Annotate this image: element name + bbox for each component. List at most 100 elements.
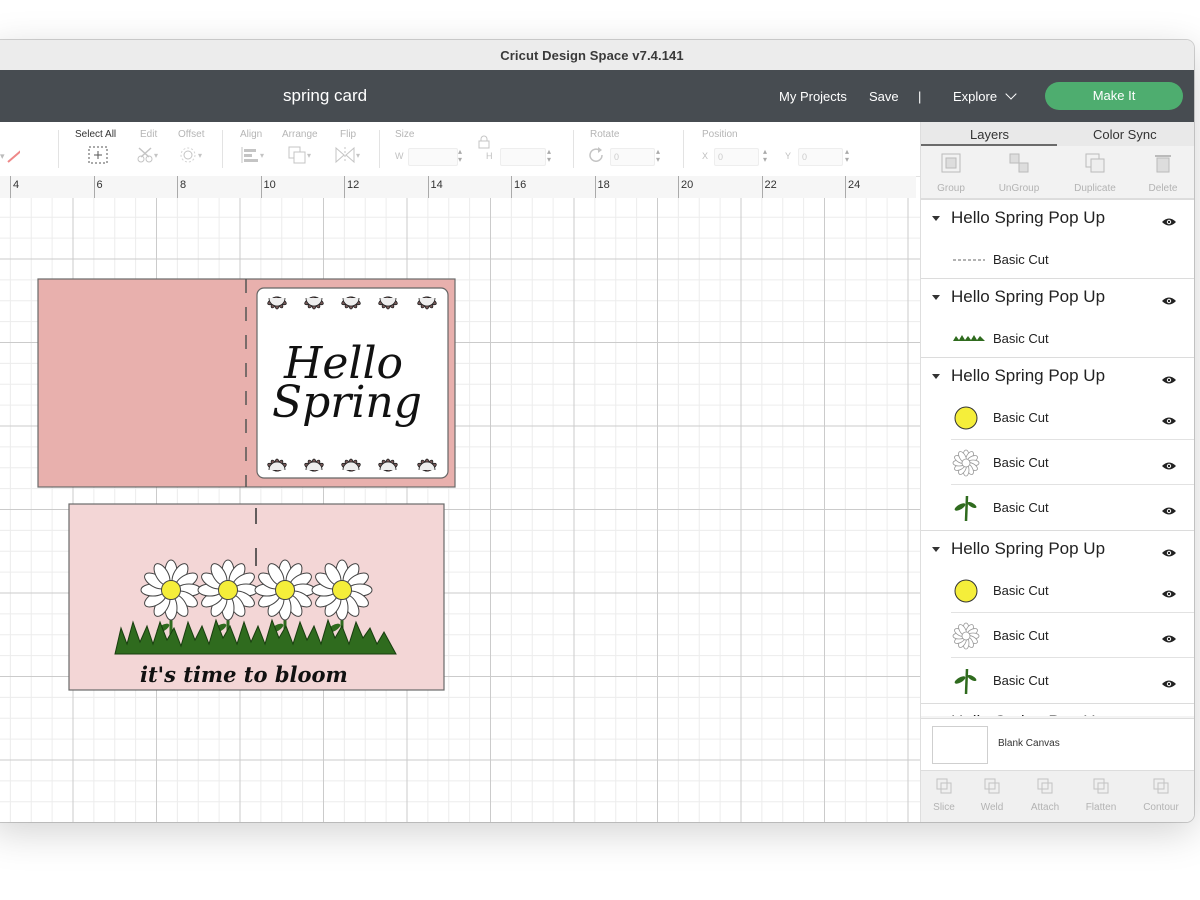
svg-text:▾: ▾ — [198, 151, 202, 160]
header-separator: | — [918, 89, 922, 104]
offset-icon[interactable]: ▾ — [180, 146, 202, 164]
ruler-tick-24: 24 — [848, 179, 861, 191]
layer-group-title: Hello Spring Pop Up — [951, 208, 1106, 227]
canvas-swatch[interactable] — [932, 726, 988, 764]
card-bottom[interactable]: it's time to bloom — [68, 503, 445, 691]
width-stepper[interactable]: ▴ ▾ — [458, 148, 462, 164]
select-all-icon[interactable] — [88, 146, 108, 164]
panel-tabs: Layers Color Sync — [921, 122, 1194, 146]
expand-triangle-icon[interactable] — [932, 547, 940, 552]
layer-group[interactable]: Hello Spring Pop Up — [921, 530, 1194, 569]
align-icon[interactable]: ▾ — [240, 146, 264, 164]
design-canvas[interactable]: Hello Spring it's time to bloom — [0, 198, 920, 822]
eye-icon[interactable] — [1161, 631, 1177, 643]
arrange-icon[interactable]: ▾ — [288, 146, 311, 164]
delete-button[interactable]: Delete — [1133, 146, 1193, 194]
ruler-tick-14: 14 — [430, 179, 443, 191]
layer-item[interactable]: Basic Cut — [921, 613, 1194, 658]
my-projects-link[interactable]: My Projects — [779, 89, 847, 104]
slice-button[interactable]: Slice — [924, 777, 964, 813]
y-position-field[interactable]: 0 — [798, 148, 843, 166]
eye-icon[interactable] — [1161, 503, 1177, 515]
contour-button[interactable]: Contour — [1141, 777, 1181, 813]
layer-item[interactable]: Basic Cut — [921, 237, 1194, 282]
layer-item[interactable]: Basic Cut — [921, 568, 1194, 613]
width-field[interactable] — [408, 148, 458, 166]
duplicate-button[interactable]: Duplicate — [1065, 146, 1125, 194]
rotate-stepper[interactable]: ▴ ▾ — [656, 148, 660, 164]
layer-actions: Group UnGroup Duplicate Delete — [921, 146, 1194, 199]
layer-group-title: Hello Spring Pop Up — [951, 539, 1106, 558]
align-label: Align — [240, 129, 263, 140]
card-top[interactable]: Hello Spring — [37, 278, 456, 488]
y-stepper[interactable]: ▴ ▾ — [845, 148, 849, 164]
flatten-button[interactable]: Flatten — [1081, 777, 1121, 813]
layer-item[interactable]: Basic Cut — [921, 316, 1194, 361]
layer-group[interactable]: Hello Spring Pop Up — [921, 199, 1194, 238]
explore-menu[interactable]: Explore — [953, 88, 1017, 104]
ungroup-button[interactable]: UnGroup — [989, 146, 1049, 194]
app-window: Cricut Design Space v7.4.141 spring card… — [0, 40, 1194, 822]
flip-icon[interactable]: ▾ — [335, 146, 360, 164]
x-stepper[interactable]: ▴ ▾ — [763, 148, 767, 164]
height-stepper[interactable]: ▴ ▾ — [547, 148, 551, 164]
eye-icon[interactable] — [1161, 458, 1177, 470]
eye-icon[interactable] — [1161, 545, 1177, 557]
tab-color-sync[interactable]: Color Sync — [1093, 127, 1157, 142]
width-label: W — [395, 151, 404, 161]
layer-operation: Basic Cut — [993, 500, 1049, 515]
size-label: Size — [395, 129, 415, 140]
height-field[interactable] — [500, 148, 546, 166]
x-position-field[interactable]: 0 — [714, 148, 759, 166]
weld-icon — [984, 778, 1000, 794]
linetype-dropdown-icon[interactable]: ▾ — [0, 147, 23, 165]
toolbar-divider — [573, 130, 574, 168]
ruler-tick-10: 10 — [263, 179, 276, 191]
eye-icon[interactable] — [1161, 214, 1177, 226]
make-it-button[interactable]: Make It — [1045, 82, 1183, 110]
ruler-tick-mark — [845, 176, 846, 198]
stem-icon — [951, 493, 981, 523]
ruler-tick-6: 6 — [96, 179, 103, 191]
explore-label: Explore — [953, 89, 998, 104]
grass-icon — [951, 324, 985, 354]
position-label: Position — [702, 129, 738, 140]
eye-icon[interactable] — [1161, 413, 1177, 425]
layer-group[interactable]: Hello Spring Pop Up — [921, 357, 1194, 396]
expand-triangle-icon[interactable] — [932, 216, 940, 221]
layer-operation: Basic Cut — [993, 628, 1049, 643]
eye-icon[interactable] — [1161, 586, 1177, 598]
rotate-label: Rotate — [590, 129, 620, 140]
save-button[interactable]: Save — [869, 89, 899, 104]
layer-group[interactable]: Hello Spring Pop Up — [921, 703, 1194, 716]
ruler-tick-mark — [344, 176, 345, 198]
layer-group-title: Hello Spring Pop Up — [951, 712, 1105, 716]
scissors-icon[interactable]: ▾ — [136, 146, 158, 164]
layer-item[interactable]: Basic Cut — [921, 440, 1194, 485]
eye-icon[interactable] — [1161, 372, 1177, 384]
rotate-field[interactable]: 0 — [610, 148, 655, 166]
contour-label: Contour — [1143, 802, 1179, 813]
tab-layers[interactable]: Layers — [970, 127, 1009, 142]
svg-text:▾: ▾ — [356, 151, 360, 160]
ruler-tick-mark — [93, 176, 95, 198]
layer-item[interactable]: Basic Cut — [921, 395, 1194, 440]
project-name[interactable]: spring card — [283, 86, 367, 106]
layer-operation: Basic Cut — [993, 583, 1049, 598]
layer-group[interactable]: Hello Spring Pop Up — [921, 278, 1194, 317]
weld-button[interactable]: Weld — [972, 777, 1012, 813]
attach-button[interactable]: Attach — [1025, 777, 1065, 813]
eye-icon[interactable] — [1161, 293, 1177, 305]
expand-triangle-icon[interactable] — [932, 295, 940, 300]
slice-icon — [936, 778, 952, 794]
eye-icon[interactable] — [1161, 676, 1177, 688]
blank-canvas-row[interactable]: Blank Canvas — [921, 718, 1194, 771]
expand-triangle-icon[interactable] — [932, 374, 940, 379]
layer-item[interactable]: Basic Cut — [921, 485, 1194, 530]
ruler-tick-4: 4 — [13, 179, 20, 191]
svg-text:▾: ▾ — [0, 151, 5, 161]
layer-item[interactable]: Basic Cut — [921, 658, 1194, 703]
group-button[interactable]: Group — [921, 146, 981, 194]
yellow-circle-icon — [951, 403, 981, 433]
layer-list: Hello Spring Pop Up Basic Cut Hello Spri… — [921, 199, 1194, 716]
